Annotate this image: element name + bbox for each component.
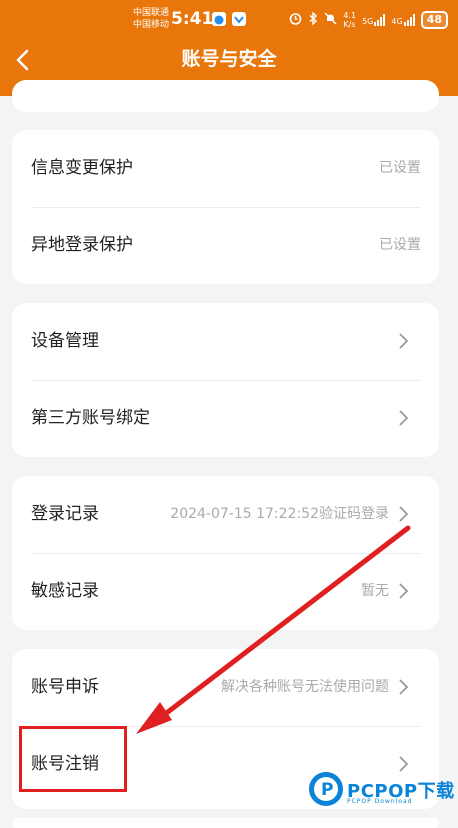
annotation-arrow-icon: [136, 525, 411, 734]
watermark-subtext: PCPOP Download: [347, 798, 413, 805]
pcpop-logo-icon: P: [309, 772, 343, 806]
watermark: P PCPOP下载 PCPOP Download: [309, 772, 454, 812]
annotation-highlight-box: [19, 726, 127, 792]
